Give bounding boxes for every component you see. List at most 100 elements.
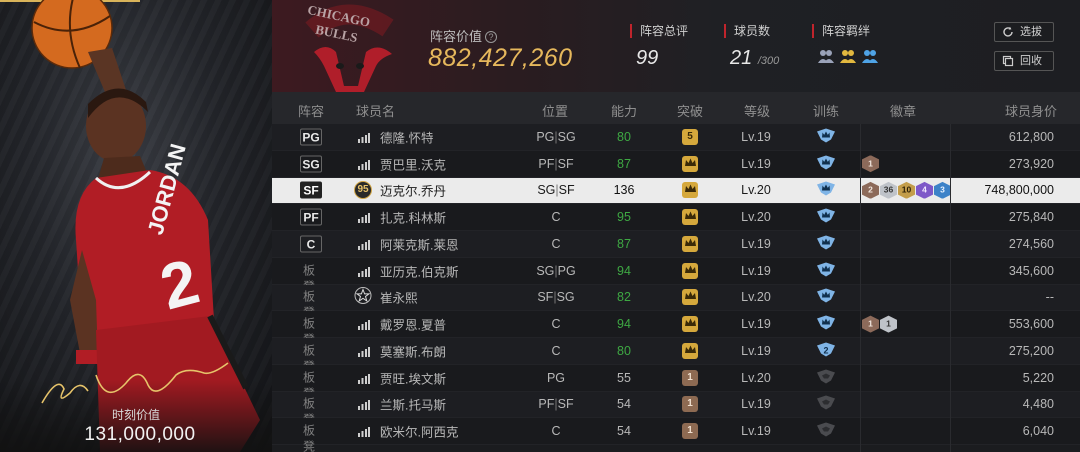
player-level: Lv.19: [741, 343, 771, 358]
lineup-slot[interactable]: 板凳: [298, 423, 320, 452]
lineup-slot[interactable]: 板凳: [298, 262, 320, 293]
breakthrough-icon[interactable]: 1: [682, 423, 698, 440]
breakthrough-icon[interactable]: 5: [682, 128, 698, 145]
bond-people-icon[interactable]: [817, 48, 835, 64]
table-row[interactable]: 板凳 莫塞斯.布朗 C 80 Lv.19 2 275,200: [272, 338, 1080, 373]
lineup-slot[interactable]: 板凳: [298, 369, 320, 400]
training-shield-icon[interactable]: [816, 154, 836, 173]
training-shield-icon[interactable]: [816, 288, 836, 307]
signal-bars-icon: [358, 319, 370, 331]
breakthrough-icon[interactable]: [682, 289, 698, 306]
training-shield-icon[interactable]: [816, 368, 836, 387]
bond-people-gold-icon[interactable]: [839, 48, 857, 64]
player-badge-icon[interactable]: 36: [880, 181, 897, 199]
lineup-slot[interactable]: 板凳: [298, 289, 320, 320]
table-row[interactable]: SG 贾巴里.沃克 PF|SF 87 Lv.19 1 273,920: [272, 150, 1080, 178]
col-ability[interactable]: 能力: [611, 101, 637, 120]
table-row[interactable]: 板凳 亚历克.伯克斯 SG|PG 94 Lv.19 345,600: [272, 257, 1080, 293]
player-level: Lv.19: [741, 397, 771, 412]
table-row[interactable]: 板凳 贾旺.埃文斯 PG 55 1 Lv.20 5,220: [272, 364, 1080, 400]
training-shield-icon[interactable]: [816, 234, 836, 253]
player-ability: 80: [617, 129, 631, 144]
training-shield-icon[interactable]: [816, 261, 836, 280]
training-shield-icon[interactable]: [816, 181, 836, 200]
training-shield-icon[interactable]: [816, 208, 836, 227]
player-name[interactable]: 贾巴里.沃克: [380, 154, 446, 173]
breakthrough-icon[interactable]: [682, 182, 698, 199]
lineup-slot[interactable]: 板凳: [298, 396, 320, 427]
lineup-rating-value: 99: [636, 47, 659, 69]
player-name[interactable]: 戴罗恩.夏普: [380, 315, 446, 334]
breakthrough-icon[interactable]: [682, 155, 698, 172]
lineup-bond: 阵容羁绊: [812, 24, 879, 64]
lineup-slot[interactable]: SF: [300, 181, 322, 199]
player-name[interactable]: 亚历克.伯克斯: [380, 261, 458, 280]
table-row[interactable]: PG 德隆.怀特 PG|SG 80 5 Lv.19 612,800: [272, 124, 1080, 151]
table-row[interactable]: 板凳 欧米尔.阿西克 C 54 1 Lv.19 6,040: [272, 418, 1080, 452]
col-badges[interactable]: 徽章: [890, 101, 916, 120]
player-badge-icon[interactable]: 4: [916, 181, 933, 199]
player-name[interactable]: 阿莱克斯.莱恩: [380, 234, 458, 253]
training-shield-icon[interactable]: [816, 315, 836, 334]
bond-people-blue-icon[interactable]: [861, 48, 879, 64]
training-shield-icon[interactable]: [816, 422, 836, 441]
col-lineup[interactable]: 阵容: [298, 101, 324, 120]
breakthrough-icon[interactable]: [682, 209, 698, 226]
player-name[interactable]: 迈克尔.乔丹: [380, 181, 446, 200]
player-badge-icon[interactable]: 1: [862, 155, 879, 173]
player-value: 275,840: [1008, 210, 1054, 225]
player-badge-icon[interactable]: 10: [898, 181, 915, 199]
player-badge-icon[interactable]: 1: [880, 315, 897, 333]
player-name[interactable]: 莫塞斯.布朗: [380, 341, 446, 360]
recycle-button[interactable]: 回收: [994, 51, 1054, 71]
table-row[interactable]: SF 95 迈克尔.乔丹 SG|SF 136 Lv.20 2 36 10 4 3 748,800,00…: [272, 177, 1080, 205]
col-position[interactable]: 位置: [542, 101, 568, 120]
player-badge-icon[interactable]: 1: [862, 315, 879, 333]
training-shield-icon[interactable]: [816, 127, 836, 146]
player-name[interactable]: 崔永熙: [380, 288, 418, 307]
table-row[interactable]: C 阿莱克斯.莱恩 C 87 Lv.19 274,560: [272, 231, 1080, 258]
lineup-slot[interactable]: C: [300, 235, 322, 253]
breakthrough-icon[interactable]: 1: [682, 369, 698, 386]
lineup-slot[interactable]: PF: [300, 208, 322, 226]
training-shield-icon[interactable]: [816, 395, 836, 414]
lineup-bond-label: 阵容羁绊: [812, 24, 879, 38]
table-row[interactable]: PF 扎克.科林斯 C 95 Lv.20 275,840: [272, 204, 1080, 231]
breakthrough-icon[interactable]: [682, 262, 698, 279]
player-name[interactable]: 贾旺.埃文斯: [380, 368, 446, 387]
badge-divider-left: [860, 124, 861, 452]
col-breakthrough[interactable]: 突破: [677, 101, 703, 120]
player-badge-icon[interactable]: 2: [862, 181, 879, 199]
player-name[interactable]: 扎克.科林斯: [380, 208, 446, 227]
player-ability: 95: [617, 210, 631, 225]
player-position: SG|SF: [537, 183, 575, 198]
breakthrough-icon[interactable]: [682, 235, 698, 252]
player-name[interactable]: 德隆.怀特: [380, 127, 433, 146]
player-name[interactable]: 兰斯.托马斯: [380, 395, 446, 414]
col-training[interactable]: 训练: [813, 101, 839, 120]
training-shield-icon[interactable]: 2: [816, 341, 836, 360]
player-card[interactable]: JORDAN 2 时刻价值 131,000,000: [0, 0, 272, 452]
col-player-name[interactable]: 球员名: [356, 101, 395, 120]
signal-bars-icon: [358, 159, 370, 170]
lineup-slot[interactable]: SG: [300, 155, 322, 173]
lineup-header: CHICAGO BULLS 阵容价值? 882,427,260 阵容总评 99 …: [272, 0, 1080, 92]
player-badge-icon[interactable]: 3: [934, 181, 951, 199]
player-ability: 136: [613, 183, 635, 198]
lineup-slot[interactable]: 板凳: [298, 316, 320, 347]
breakthrough-icon[interactable]: [682, 342, 698, 359]
breakthrough-icon[interactable]: 1: [682, 396, 698, 413]
player-value: 748,800,000: [984, 183, 1054, 198]
table-row[interactable]: 板凳 崔永熙 SF|SG 82 Lv.20 --: [272, 284, 1080, 320]
table-row[interactable]: 板凳 戴罗恩.夏普 C 94 Lv.19 11 553,600: [272, 311, 1080, 347]
select-button[interactable]: 选拔: [994, 22, 1054, 42]
lineup-slot[interactable]: 板凳: [298, 342, 320, 373]
col-level[interactable]: 等级: [744, 101, 770, 120]
player-value: 5,220: [1022, 370, 1054, 385]
help-icon[interactable]: ?: [485, 31, 498, 43]
player-name[interactable]: 欧米尔.阿西克: [380, 422, 458, 441]
lineup-slot[interactable]: PG: [300, 128, 322, 146]
col-value[interactable]: 球员身价: [1005, 101, 1057, 120]
breakthrough-icon[interactable]: [682, 316, 698, 333]
table-row[interactable]: 板凳 兰斯.托马斯 PF|SF 54 1 Lv.19 4,480: [272, 391, 1080, 427]
